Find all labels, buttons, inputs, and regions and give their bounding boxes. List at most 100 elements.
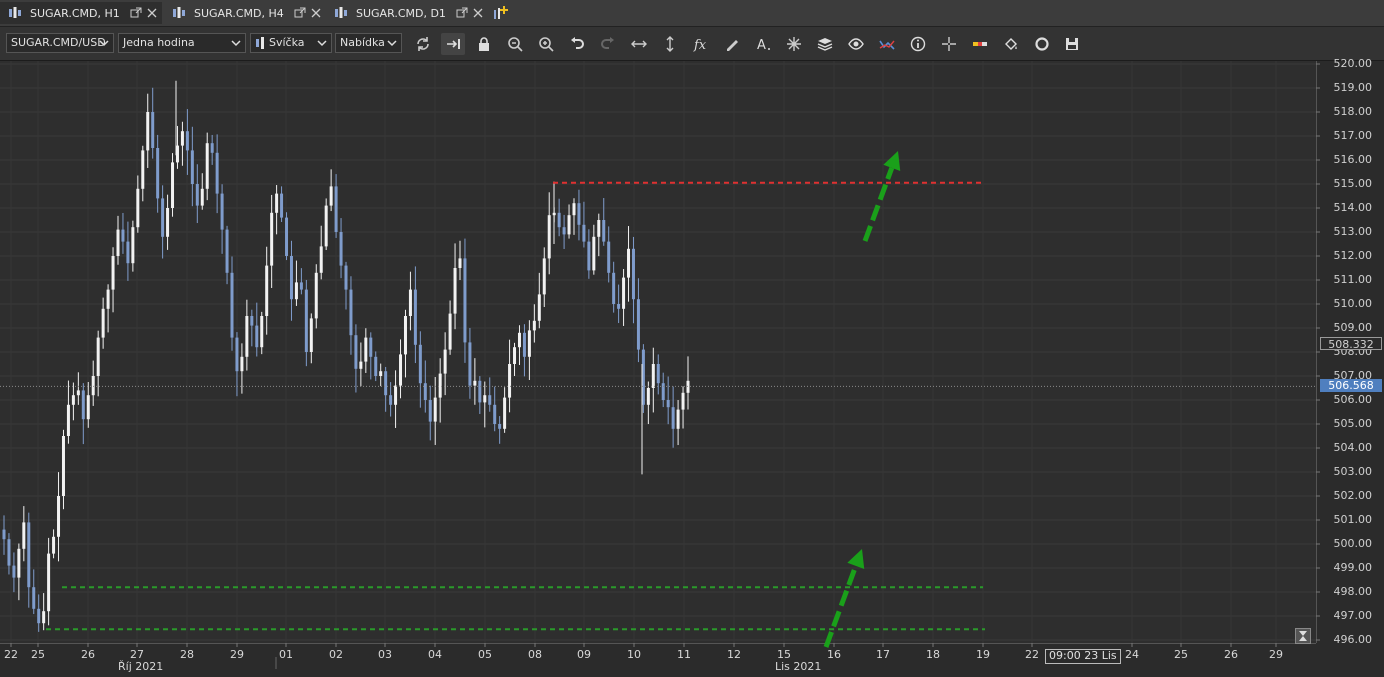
candle-body [423, 383, 427, 400]
circle-icon [1035, 37, 1049, 51]
candle-body [498, 424, 502, 429]
price-tick-label: 499.00 [1333, 561, 1373, 574]
redo-button[interactable] [596, 33, 620, 55]
price-tick-label: 498.00 [1333, 585, 1373, 598]
candle-body [413, 289, 417, 345]
price-tick-label: 515.00 [1333, 177, 1373, 190]
candle-body [205, 143, 209, 189]
candle-body [96, 337, 100, 376]
pencil-icon [727, 40, 738, 51]
hourglass-icon [1299, 631, 1307, 641]
popout-icon[interactable] [294, 7, 306, 19]
star-button[interactable] [782, 33, 806, 55]
candle-body [116, 229, 120, 256]
time-tick-label: 09 [577, 648, 591, 661]
add-chart-button[interactable] [492, 5, 510, 21]
paint-bucket-button[interactable] [999, 33, 1023, 55]
price-tick-label: 496.00 [1333, 633, 1373, 646]
tab-sugar-h4[interactable]: SUGAR.CMD, H4 [164, 2, 324, 24]
save-icon [1066, 38, 1078, 50]
candle-body [522, 332, 526, 357]
refresh-button[interactable] [411, 33, 435, 55]
candle-body [161, 198, 165, 237]
candle-body [503, 397, 507, 429]
layers-button[interactable] [813, 33, 837, 55]
text-button[interactable]: A [751, 33, 775, 55]
candle-body [81, 390, 85, 420]
candle-body [443, 349, 447, 374]
candle-body [562, 227, 566, 235]
candle-body [666, 400, 670, 408]
autoscale-button[interactable] [1295, 628, 1311, 644]
candle-body [230, 272, 234, 338]
candle-body [607, 241, 611, 273]
candle-body [52, 536, 56, 554]
candle-body [448, 313, 452, 350]
candle-body [334, 186, 338, 232]
eye-button[interactable] [844, 33, 868, 55]
candle-body [57, 496, 61, 537]
chart-type-select[interactable]: Svíčka [250, 33, 332, 53]
save-button[interactable] [1060, 33, 1084, 55]
candle-body [270, 212, 274, 266]
time-tick-label: 18 [926, 648, 940, 661]
time-tick-label: 08 [528, 648, 542, 661]
candle-body [374, 356, 378, 376]
price-chart[interactable] [0, 61, 1384, 674]
candle-body [17, 548, 21, 578]
time-tick-label: 02 [329, 648, 343, 661]
candle-body [250, 316, 254, 326]
candle-body [294, 282, 298, 300]
undo-button[interactable] [565, 33, 589, 55]
candle-body [597, 220, 601, 237]
indicator-button[interactable] [875, 33, 899, 55]
time-tick-label: 17 [876, 648, 890, 661]
info-button[interactable] [906, 33, 930, 55]
zoom-in-button[interactable] [534, 33, 558, 55]
time-tick-label: 01 [279, 648, 293, 661]
color-bar-button[interactable] [968, 33, 992, 55]
color-bar-icon [973, 42, 987, 46]
candle-body [458, 258, 462, 268]
candle-body [508, 364, 512, 398]
popout-icon[interactable] [456, 7, 468, 19]
tab-sugar-h1[interactable]: SUGAR.CMD, H1 [0, 2, 162, 24]
timeframe-select[interactable]: Jedna hodina [118, 33, 246, 53]
bid-price-tag: 506.568 [1320, 379, 1382, 393]
popout-icon[interactable] [130, 7, 142, 19]
price-tick-label: 518.00 [1333, 105, 1373, 118]
candle-body [612, 272, 616, 304]
time-tick-label: 29 [1269, 648, 1283, 661]
candle-body [200, 188, 204, 206]
time-tick-label: 25 [1174, 648, 1188, 661]
ask-price-tag: 508.332 [1320, 337, 1382, 351]
lock-button[interactable] [472, 33, 496, 55]
candle-body [433, 397, 437, 422]
symbol-select[interactable]: SUGAR.CMD/USD [6, 33, 114, 53]
function-button[interactable]: fx [689, 33, 713, 55]
tab-sugar-d1[interactable]: SUGAR.CMD, D1 [326, 2, 486, 24]
close-icon[interactable] [472, 7, 484, 19]
candle-body [71, 395, 75, 405]
chart-area[interactable]: 520.00 519.00 518.00 517.00 516.00 515.00 514.… [0, 57, 1384, 674]
chart-type-value: Svíčka [269, 36, 305, 49]
candle-body [285, 217, 289, 256]
candle-body [661, 383, 665, 400]
crosshair-button[interactable] [937, 33, 961, 55]
zoom-out-button[interactable] [503, 33, 527, 55]
vertical-resize-button[interactable] [658, 33, 682, 55]
offer-select[interactable]: Nabídka [335, 33, 402, 53]
indicator-icon [879, 40, 895, 50]
close-icon[interactable] [310, 7, 322, 19]
candle-body [146, 112, 150, 151]
horizontal-resize-button[interactable] [627, 33, 651, 55]
circle-button[interactable] [1030, 33, 1054, 55]
pencil-button[interactable] [720, 33, 744, 55]
candle-body [314, 272, 318, 319]
time-tick-label: 26 [81, 648, 95, 661]
close-icon[interactable] [146, 7, 158, 19]
time-tick-label: 11 [677, 648, 691, 661]
candle-body [86, 395, 90, 420]
autoscroll-button[interactable] [441, 33, 465, 55]
time-tick-label: 26 [1224, 648, 1238, 661]
